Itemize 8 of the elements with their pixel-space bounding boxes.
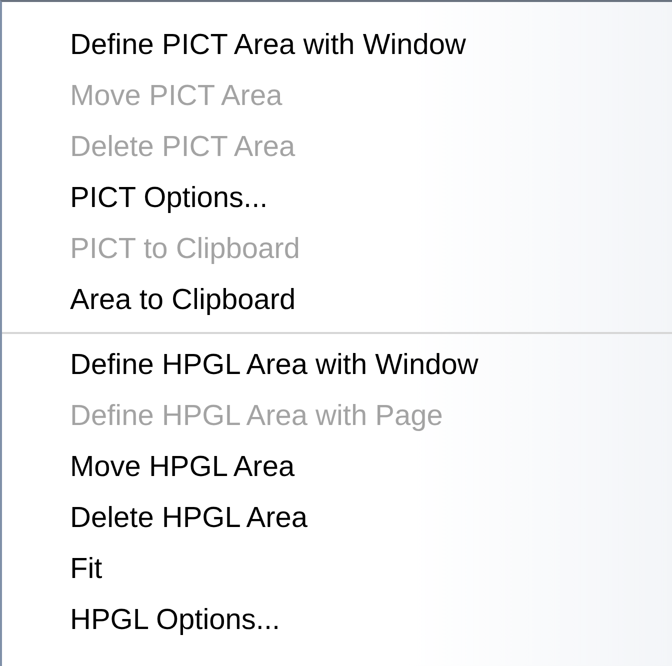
- menu-item[interactable]: HPGL Options...: [2, 595, 672, 646]
- menu-item[interactable]: Move HPGL Area: [2, 442, 672, 493]
- menu-item[interactable]: Define HPGL Area with Window: [2, 340, 672, 391]
- menu-item[interactable]: Define PICT Area with Window: [2, 20, 672, 71]
- menu-item[interactable]: Delete HPGL Area: [2, 493, 672, 544]
- menu-item[interactable]: PICT Options...: [2, 173, 672, 224]
- menu-item[interactable]: Fit: [2, 544, 672, 595]
- menu-item[interactable]: Area to Clipboard: [2, 275, 672, 326]
